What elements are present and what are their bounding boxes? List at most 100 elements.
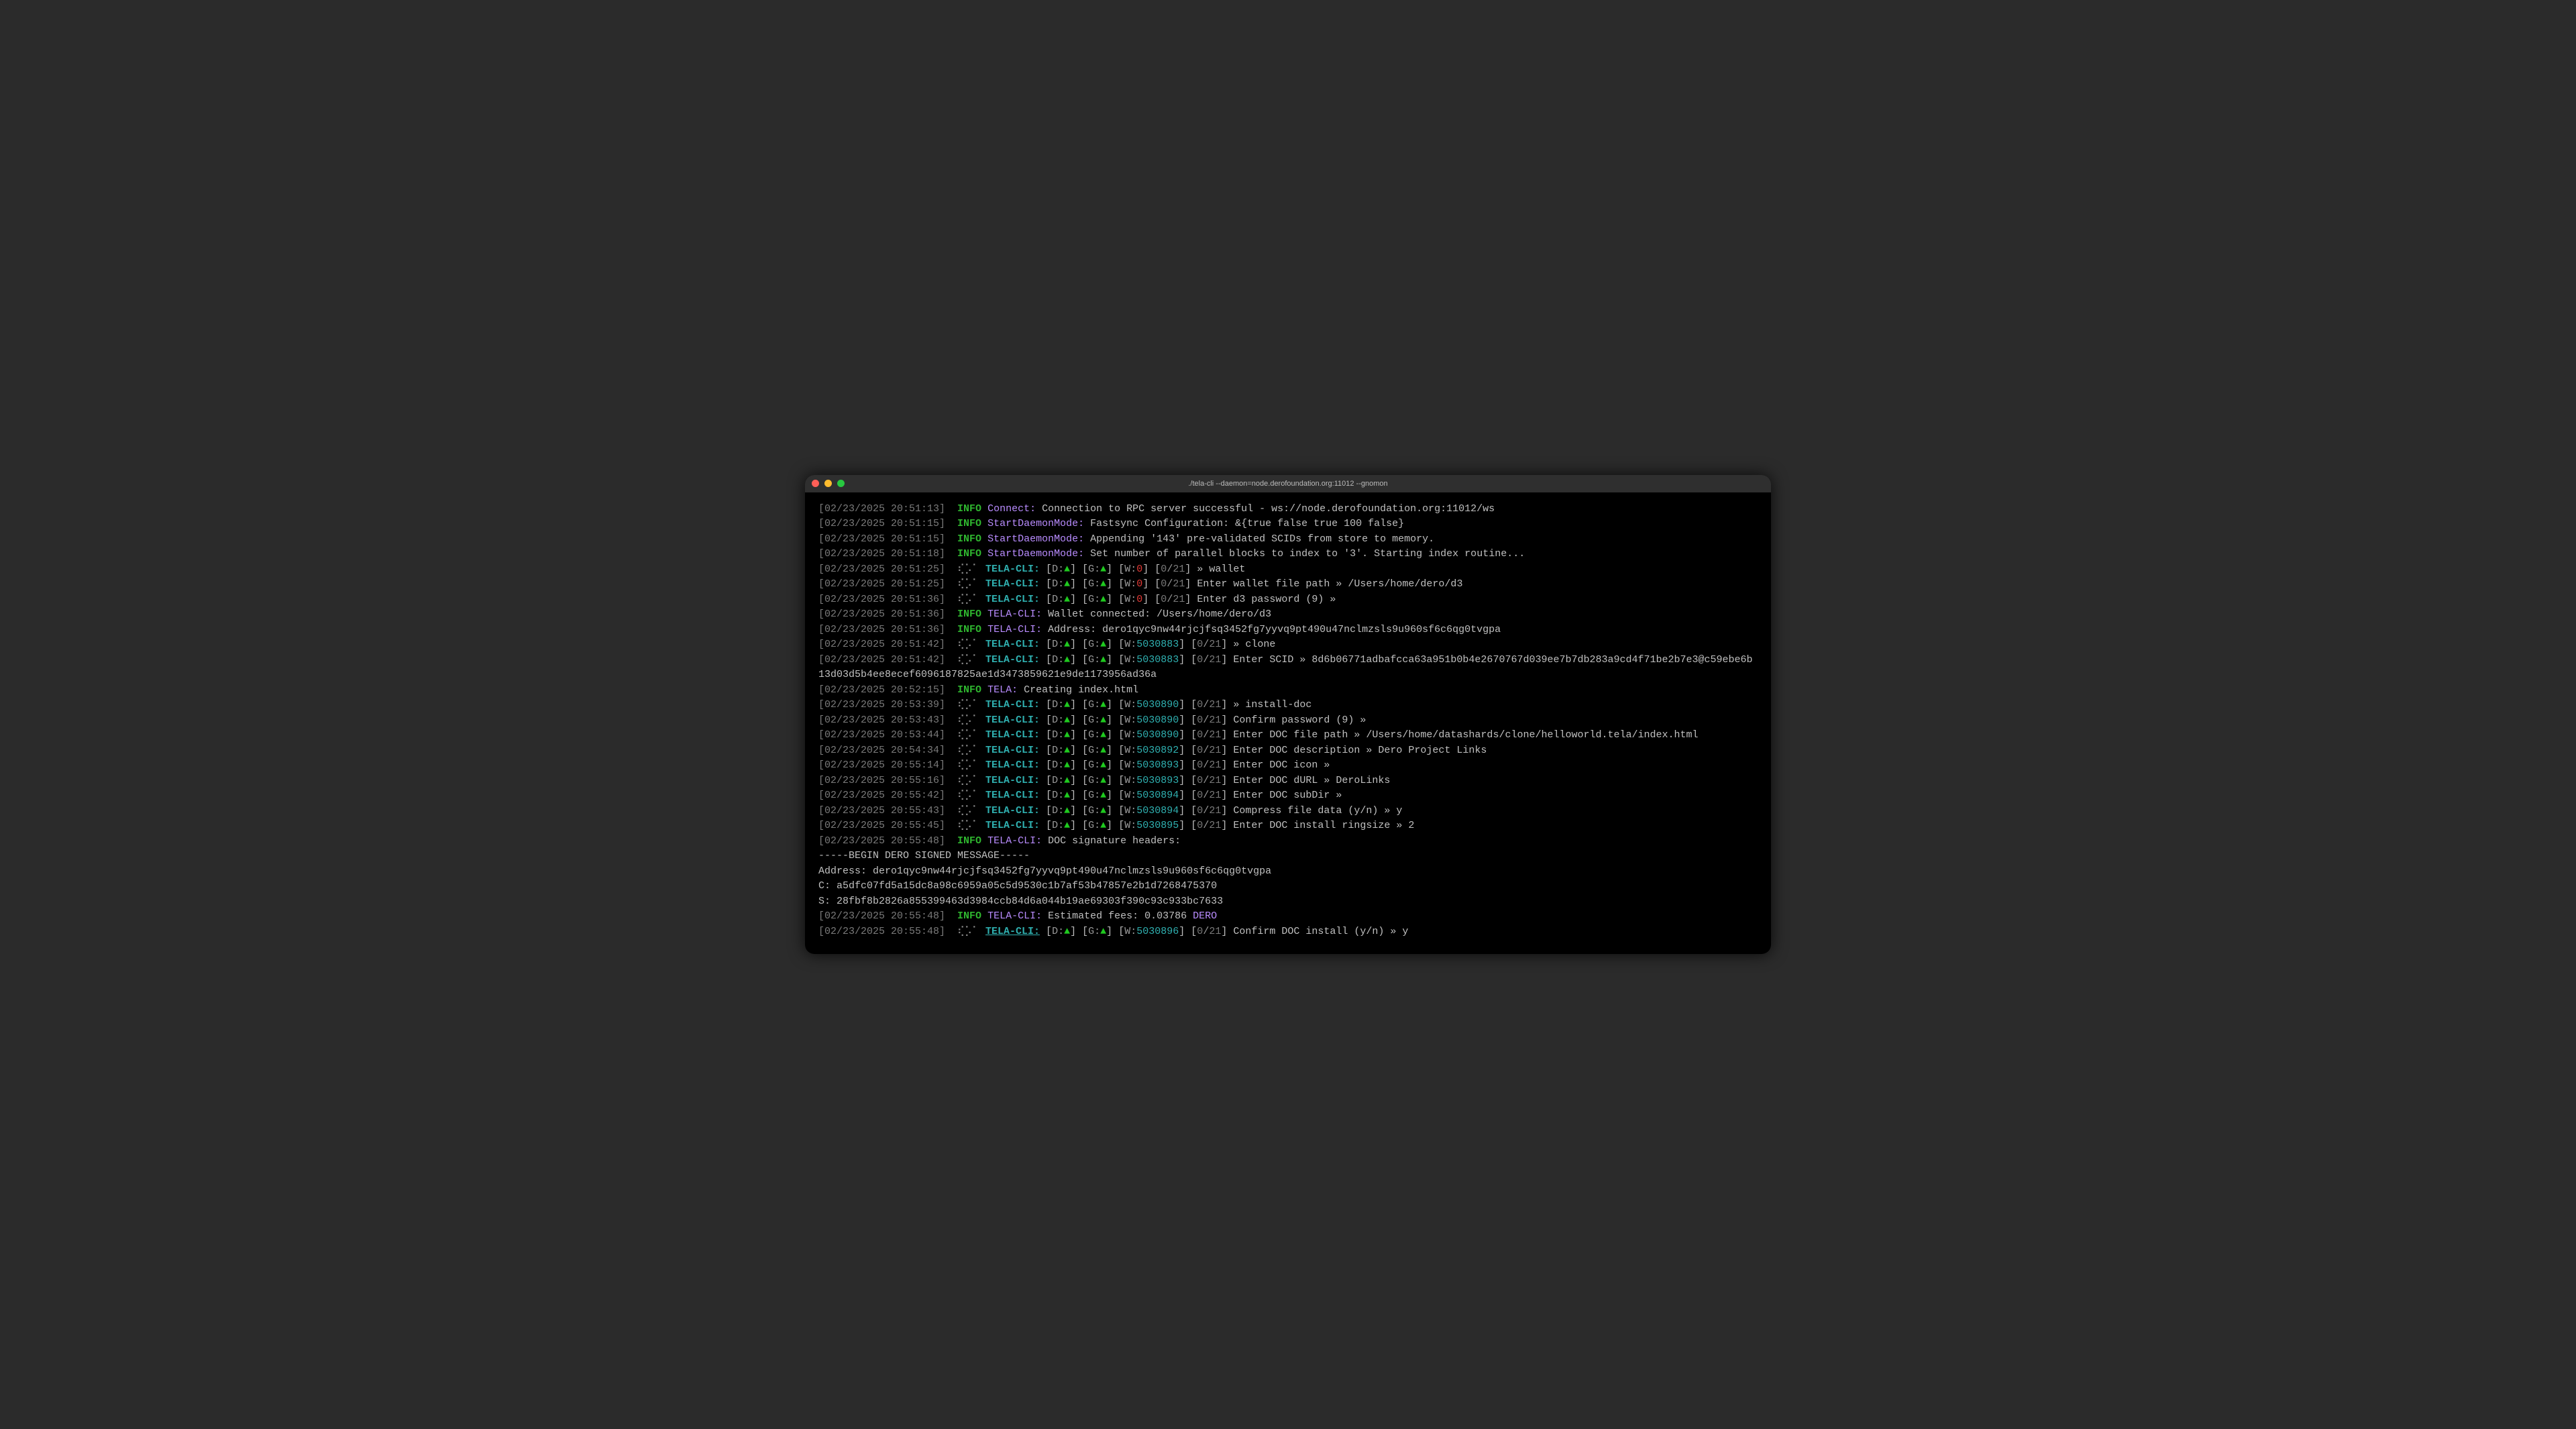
triangle-up-icon: ▲ [1100, 759, 1106, 771]
timestamp: [02/23/2025 20:51:15] [818, 518, 957, 529]
timestamp: [02/23/2025 20:53:43] [818, 714, 957, 726]
timestamp: [02/23/2025 20:51:18] [818, 548, 957, 560]
plain-text: -----BEGIN DERO SIGNED MESSAGE----- [818, 850, 1030, 861]
braille-spinner-icon: ⢎⡡⠁ [957, 926, 985, 937]
prompt-text: » clone [1233, 639, 1275, 650]
tela-cli-label: TELA-CLI: [985, 820, 1040, 831]
maximize-icon[interactable] [837, 480, 845, 487]
window-title: ./tela-cli --daemon=node.derofoundation.… [805, 478, 1771, 490]
triangle-up-icon: ▲ [1064, 699, 1070, 710]
wallet-height: 0 [1136, 578, 1142, 590]
tela-cli-label: TELA-CLI: [985, 759, 1040, 771]
braille-spinner-icon: ⢎⡡⠁ [957, 745, 985, 756]
plain-text: C: a5dfc07fd5a15dc8a98c6959a05c5d9530c1b… [818, 880, 1217, 892]
timestamp: [02/23/2025 20:55:45] [818, 820, 957, 831]
triangle-up-icon: ▲ [1064, 564, 1070, 575]
window-controls [812, 480, 845, 487]
braille-spinner-icon: ⢎⡡⠁ [957, 564, 985, 575]
log-line: [02/23/2025 20:51:36] ⢎⡡⠁ TELA-CLI: [D:▲… [818, 592, 1758, 608]
close-icon[interactable] [812, 480, 819, 487]
source-label: StartDaemonMode: [987, 518, 1090, 529]
prompt-text: » wallet [1197, 564, 1245, 575]
log-line: [02/23/2025 20:55:43] ⢎⡡⠁ TELA-CLI: [D:▲… [818, 804, 1758, 819]
info-label: INFO [957, 503, 987, 515]
log-line: [02/23/2025 20:55:45] ⢎⡡⠁ TELA-CLI: [D:▲… [818, 818, 1758, 834]
timestamp: [02/23/2025 20:55:16] [818, 775, 957, 786]
message-text: Address: dero1qyc9nw44rjcjfsq3452fg7yyvq… [1048, 624, 1501, 635]
wallet-height: 5030894 [1136, 805, 1179, 816]
tela-cli-label: TELA-CLI: [985, 654, 1040, 666]
log-line: [02/23/2025 20:51:42] ⢎⡡⠁ TELA-CLI: [D:▲… [818, 637, 1758, 653]
message-text: Set number of parallel blocks to index t… [1090, 548, 1525, 560]
message-text: Wallet connected: /Users/home/dero/d3 [1048, 608, 1271, 620]
timestamp: [02/23/2025 20:55:14] [818, 759, 957, 771]
triangle-up-icon: ▲ [1100, 714, 1106, 726]
tela-cli-label: TELA-CLI: [985, 714, 1040, 726]
minimize-icon[interactable] [824, 480, 832, 487]
info-label: INFO [957, 608, 987, 620]
triangle-up-icon: ▲ [1064, 790, 1070, 801]
prompt-text: Enter wallet file path » /Users/home/der… [1197, 578, 1462, 590]
timestamp: [02/23/2025 20:51:42] [818, 639, 957, 650]
log-line: [02/23/2025 20:55:48] ⢎⡡⠁ TELA-CLI: [D:▲… [818, 924, 1758, 940]
wallet-height: 5030893 [1136, 775, 1179, 786]
tela-cli-label: TELA-CLI: [985, 578, 1040, 590]
log-line: [02/23/2025 20:51:18] INFO StartDaemonMo… [818, 547, 1758, 562]
log-line: [02/23/2025 20:53:39] ⢎⡡⠁ TELA-CLI: [D:▲… [818, 698, 1758, 713]
triangle-up-icon: ▲ [1100, 745, 1106, 756]
log-line: [02/23/2025 20:51:25] ⢎⡡⠁ TELA-CLI: [D:▲… [818, 562, 1758, 578]
prompt-text: Enter DOC subDir » [1233, 790, 1342, 801]
prompt-text: Enter DOC icon » [1233, 759, 1330, 771]
wallet-height: 5030893 [1136, 759, 1179, 771]
log-line: [02/23/2025 20:51:15] INFO StartDaemonMo… [818, 517, 1758, 532]
wallet-height: 0 [1136, 594, 1142, 605]
log-line: [02/23/2025 20:51:36] INFO TELA-CLI: Add… [818, 623, 1758, 638]
log-line: [02/23/2025 20:55:48] INFO TELA-CLI: Est… [818, 909, 1758, 924]
terminal-output[interactable]: [02/23/2025 20:51:13] INFO Connect: Conn… [805, 492, 1771, 955]
message-text: Estimated fees: 0.03786 [1048, 910, 1193, 922]
braille-spinner-icon: ⢎⡡⠁ [957, 729, 985, 741]
source-label: TELA-CLI: [987, 608, 1048, 620]
info-label: INFO [957, 624, 987, 635]
message-text: Connection to RPC server successful - ws… [1042, 503, 1495, 515]
braille-spinner-icon: ⢎⡡⠁ [957, 594, 985, 605]
braille-spinner-icon: ⢎⡡⠁ [957, 714, 985, 726]
braille-spinner-icon: ⢎⡡⠁ [957, 699, 985, 710]
timestamp: [02/23/2025 20:51:36] [818, 594, 957, 605]
source-label: TELA-CLI: [987, 910, 1048, 922]
prompt-text: Confirm DOC install (y/n) » y [1233, 926, 1408, 937]
triangle-up-icon: ▲ [1064, 805, 1070, 816]
braille-spinner-icon: ⢎⡡⠁ [957, 578, 985, 590]
triangle-up-icon: ▲ [1064, 714, 1070, 726]
timestamp: [02/23/2025 20:55:48] [818, 926, 957, 937]
wallet-height: 5030890 [1136, 699, 1179, 710]
log-line: [02/23/2025 20:55:14] ⢎⡡⠁ TELA-CLI: [D:▲… [818, 758, 1758, 774]
tela-cli-label: TELA-CLI: [985, 790, 1040, 801]
tela-cli-label: TELA-CLI: [985, 926, 1040, 937]
log-line: [02/23/2025 20:51:36] INFO TELA-CLI: Wal… [818, 607, 1758, 623]
triangle-up-icon: ▲ [1100, 820, 1106, 831]
timestamp: [02/23/2025 20:53:39] [818, 699, 957, 710]
wallet-height: 0 [1136, 564, 1142, 575]
tela-cli-label: TELA-CLI: [985, 639, 1040, 650]
triangle-up-icon: ▲ [1064, 729, 1070, 741]
log-line: [02/23/2025 20:53:43] ⢎⡡⠁ TELA-CLI: [D:▲… [818, 713, 1758, 729]
tela-cli-label: TELA-CLI: [985, 729, 1040, 741]
log-line: [02/23/2025 20:51:15] INFO StartDaemonMo… [818, 532, 1758, 547]
timestamp: [02/23/2025 20:51:25] [818, 564, 957, 575]
plain-text: S: 28fbf8b2826a855399463d3984ccb84d6a044… [818, 896, 1223, 907]
prompt-text: Compress file data (y/n) » y [1233, 805, 1402, 816]
source-label: StartDaemonMode: [987, 533, 1090, 545]
timestamp: [02/23/2025 20:51:13] [818, 503, 957, 515]
message-text: Fastsync Configuration: &{true false tru… [1090, 518, 1404, 529]
triangle-up-icon: ▲ [1064, 820, 1070, 831]
tela-cli-label: TELA-CLI: [985, 775, 1040, 786]
titlebar: ./tela-cli --daemon=node.derofoundation.… [805, 475, 1771, 492]
message-text: Creating index.html [1024, 684, 1138, 696]
plain-text: Address: dero1qyc9nw44rjcjfsq3452fg7yyvq… [818, 865, 1271, 877]
prompt-text: Enter DOC file path » /Users/home/datash… [1233, 729, 1698, 741]
triangle-up-icon: ▲ [1100, 564, 1106, 575]
wallet-height: 5030894 [1136, 790, 1179, 801]
info-label: INFO [957, 684, 987, 696]
timestamp: [02/23/2025 20:55:48] [818, 835, 957, 847]
